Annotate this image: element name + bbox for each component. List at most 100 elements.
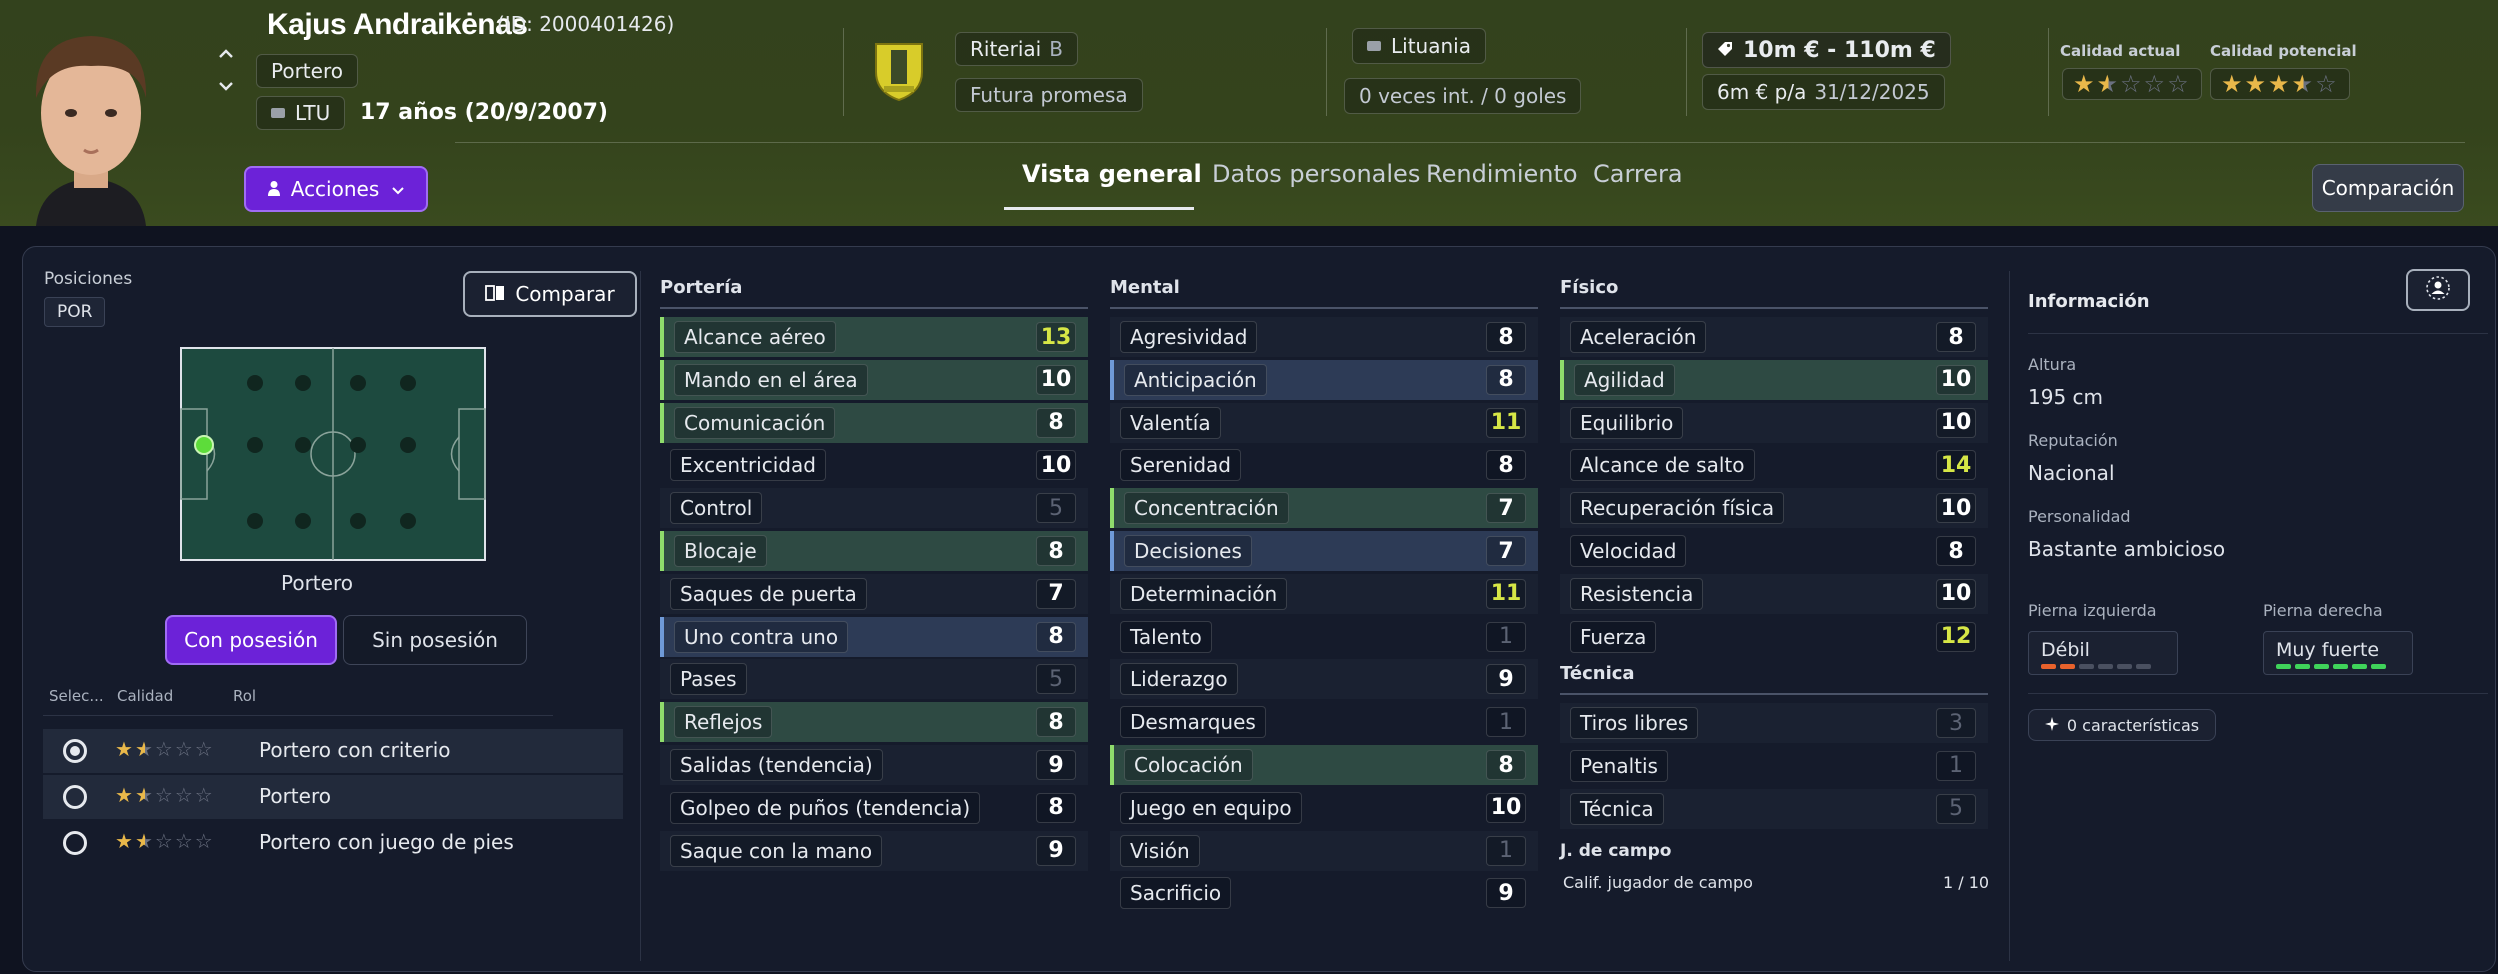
previous-player-icon[interactable] — [216, 44, 236, 64]
attribute-row[interactable]: Penaltis 1 — [1560, 745, 1988, 786]
attribute-row[interactable]: Agresividad 8 — [1110, 317, 1538, 357]
attribute-row[interactable]: Liderazgo 9 — [1110, 659, 1538, 700]
attribute-value: 8 — [1486, 750, 1526, 780]
role-row[interactable]: ★★☆☆☆ Portero con juego de pies — [43, 821, 623, 865]
attribute-name: Alcance aéreo — [674, 321, 836, 353]
attribute-row[interactable]: Aceleración 8 — [1560, 317, 1988, 357]
attribute-row[interactable]: Golpeo de puños (tendencia) 8 — [660, 787, 1088, 828]
attribute-row[interactable]: Velocidad 8 — [1560, 531, 1988, 571]
attribute-row[interactable]: Decisiones 7 — [1110, 531, 1538, 571]
attribute-row[interactable]: Fuerza 12 — [1560, 616, 1988, 657]
tab-rendimiento[interactable]: Rendimiento — [1426, 160, 1578, 188]
profile-button[interactable] — [2406, 269, 2470, 311]
attribute-row[interactable]: Recuperación física 10 — [1560, 488, 1988, 529]
attribute-value: 12 — [1936, 621, 1976, 652]
attribute-value: 8 — [1936, 322, 1976, 352]
attribute-row[interactable]: Resistencia 10 — [1560, 573, 1988, 614]
nation-badge[interactable]: Lituania — [1352, 28, 1486, 64]
attribute-name: Juego en equipo — [1120, 791, 1302, 824]
role-radio[interactable] — [63, 785, 87, 809]
attribute-row[interactable]: Valentía 11 — [1110, 402, 1538, 443]
mental-title: Mental — [1110, 277, 1180, 298]
attribute-value: 10 — [1936, 407, 1976, 438]
personality-value: Bastante ambicioso — [2028, 537, 2226, 561]
tab-carrera[interactable]: Carrera — [1593, 160, 1683, 188]
reputation-label: Reputación — [2028, 431, 2118, 450]
attribute-name: Decisiones — [1124, 535, 1252, 567]
attribute-name: Control — [670, 492, 763, 525]
attribute-row[interactable]: Excentricidad 10 — [660, 445, 1088, 486]
attribute-value: 8 — [1036, 536, 1076, 566]
attribute-value: 9 — [1036, 835, 1076, 866]
attribute-row[interactable]: Serenidad 8 — [1110, 445, 1538, 486]
attribute-row[interactable]: Comunicación 8 — [660, 402, 1088, 443]
pitch-diagram[interactable] — [180, 347, 486, 561]
attribute-value: 10 — [1936, 364, 1976, 395]
right-foot-value: Muy fuerte — [2276, 639, 2380, 661]
attribute-value: 8 — [1486, 450, 1526, 481]
strength-segment — [2371, 664, 2386, 669]
role-row[interactable]: ★★☆☆☆ Portero — [43, 775, 623, 819]
attribute-row[interactable]: Determinación 11 — [1110, 573, 1538, 614]
attribute-value: 8 — [1036, 407, 1076, 438]
tab-vista-general[interactable]: Vista general — [1022, 160, 1202, 188]
attribute-row[interactable]: Visión 1 — [1110, 830, 1538, 871]
attribute-row[interactable]: Colocación 8 — [1110, 745, 1538, 785]
attribute-row[interactable]: Técnica 5 — [1560, 788, 1988, 829]
strength-segment — [2079, 664, 2094, 669]
attribute-name: Liderazgo — [1120, 663, 1238, 696]
attribute-row[interactable]: Anticipación 8 — [1110, 359, 1538, 400]
tab-datos-personales[interactable]: Datos personales — [1212, 160, 1420, 188]
attribute-row[interactable]: Tiros libres 3 — [1560, 703, 1988, 743]
comparison-button[interactable]: Comparación — [2312, 164, 2464, 212]
actions-button[interactable]: Acciones — [244, 166, 428, 212]
attribute-value: 8 — [1036, 792, 1076, 823]
attribute-row[interactable]: Talento 1 — [1110, 616, 1538, 657]
attribute-row[interactable]: Uno contra uno 8 — [660, 616, 1088, 657]
club-status-badge: Futura promesa — [955, 78, 1143, 112]
info-mid-line — [2028, 693, 2488, 694]
attribute-row[interactable]: Reflejos 8 — [660, 702, 1088, 743]
attribute-row[interactable]: Blocaje 8 — [660, 531, 1088, 571]
attribute-value: 10 — [1936, 493, 1976, 524]
attribute-row[interactable]: Saque con la mano 9 — [660, 830, 1088, 871]
attribute-row[interactable]: Equilibrio 10 — [1560, 402, 1988, 443]
roles-header-role: Rol — [233, 687, 257, 705]
player-name: Kajus Andraikėnas — [267, 8, 528, 41]
club-badge[interactable]: Riteriai B — [955, 32, 1078, 66]
club-crest-icon — [875, 43, 923, 102]
compare-positions-button[interactable]: Comparar — [463, 271, 637, 317]
attribute-value: 10 — [1936, 578, 1976, 609]
role-row[interactable]: ★★☆☆☆ Portero con criterio — [43, 729, 623, 773]
active-tab-underline — [1004, 207, 1194, 210]
wage-value: 6m € p/a — [1717, 80, 1807, 104]
attribute-row[interactable]: Alcance aéreo 13 — [660, 317, 1088, 357]
strength-segment — [2117, 664, 2132, 669]
attribute-value: 10 — [1486, 792, 1526, 823]
attribute-value: 7 — [1486, 536, 1526, 566]
attribute-row[interactable]: Pases 5 — [660, 659, 1088, 700]
attribute-row[interactable]: Salidas (tendencia) 9 — [660, 745, 1088, 785]
chevron-down-icon — [391, 177, 405, 201]
with-possession-toggle[interactable]: Con posesión — [165, 615, 337, 665]
attribute-row[interactable]: Saques de puerta 7 — [660, 573, 1088, 614]
without-possession-toggle[interactable]: Sin posesión — [343, 615, 527, 665]
attribute-row[interactable]: Mando en el área 10 — [660, 359, 1088, 400]
attribute-value: 13 — [1036, 322, 1076, 352]
attribute-value: 11 — [1486, 407, 1526, 438]
attribute-row[interactable]: Alcance de salto 14 — [1560, 445, 1988, 486]
next-player-icon[interactable] — [216, 76, 236, 96]
role-radio[interactable] — [63, 739, 87, 763]
attribute-row[interactable]: Desmarques 1 — [1110, 702, 1538, 743]
strength-segment — [2060, 664, 2075, 669]
height-label: Altura — [2028, 355, 2077, 374]
attribute-row[interactable]: Control 5 — [660, 488, 1088, 529]
traits-button[interactable]: 0 características — [2028, 709, 2216, 741]
attribute-row[interactable]: Agilidad 10 — [1560, 359, 1988, 400]
attribute-row[interactable]: Sacrificio 9 — [1110, 873, 1538, 914]
role-radio[interactable] — [63, 831, 87, 855]
attribute-row[interactable]: Juego en equipo 10 — [1110, 787, 1538, 828]
attribute-name: Fuerza — [1570, 620, 1657, 653]
tecnica-title: Técnica — [1560, 663, 1635, 684]
attribute-row[interactable]: Concentración 7 — [1110, 488, 1538, 529]
